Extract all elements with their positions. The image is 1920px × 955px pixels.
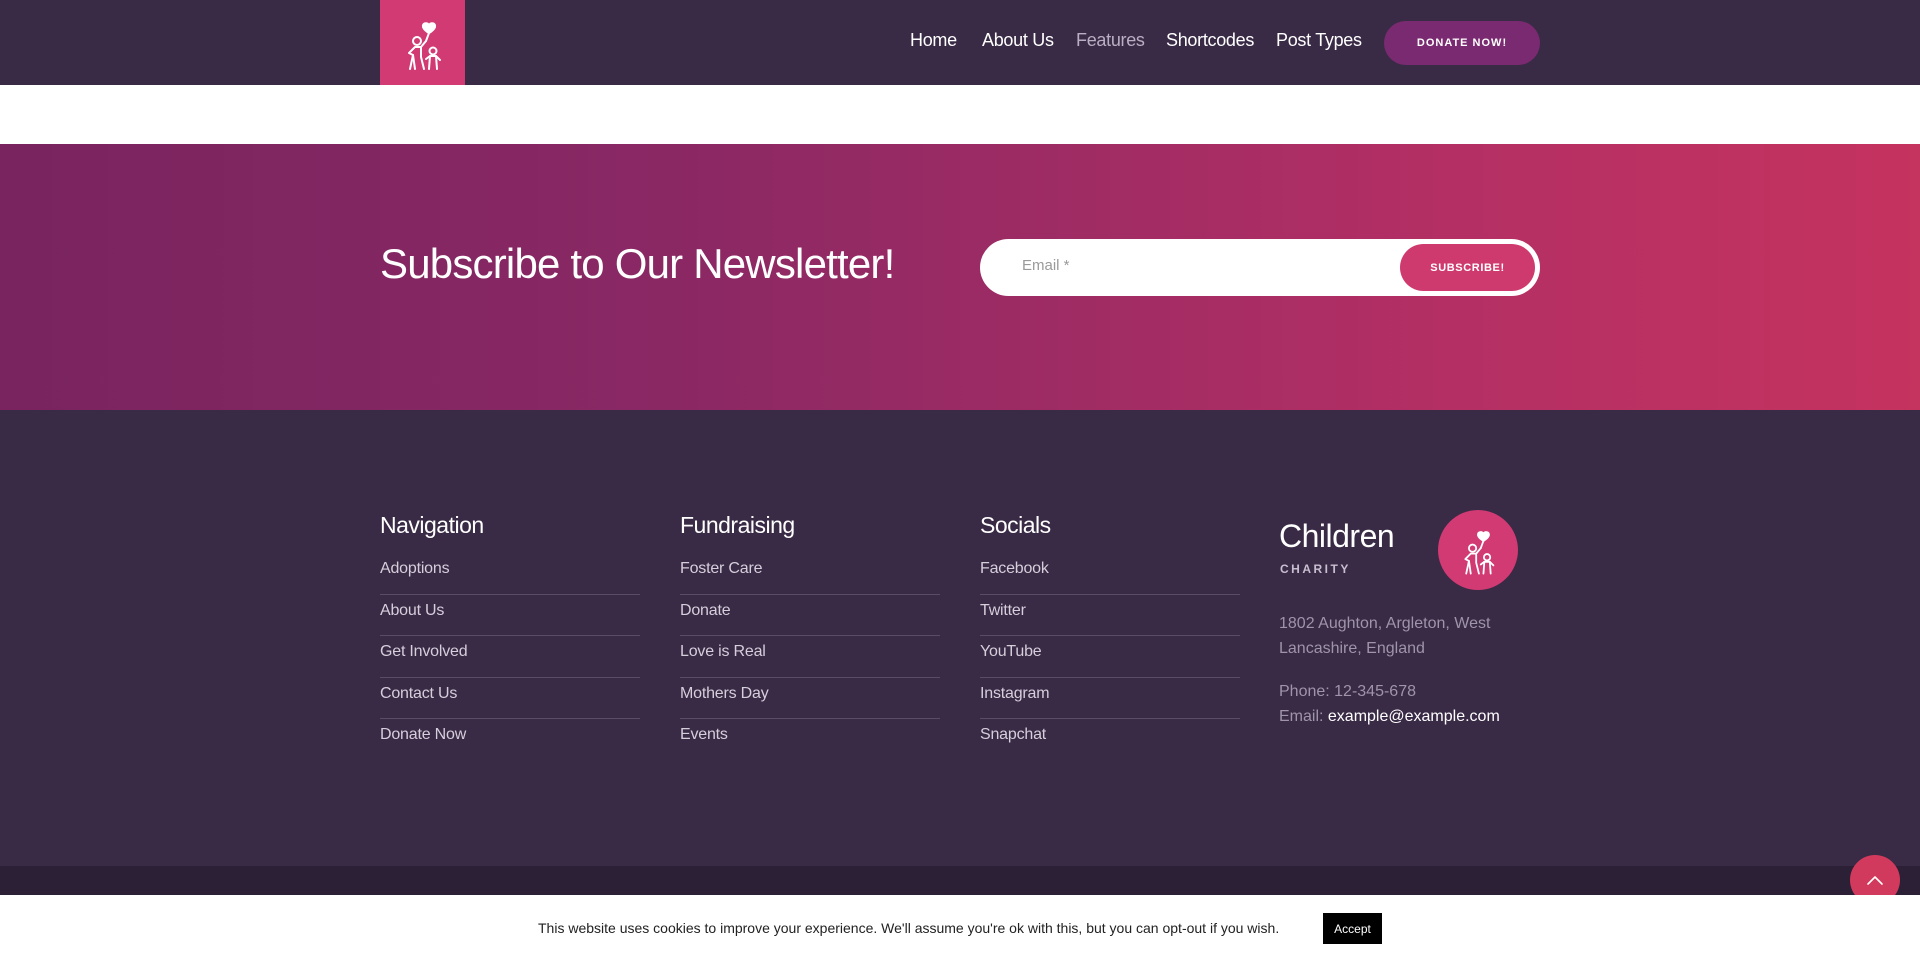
nav-features[interactable]: Features [1076,30,1145,51]
address: 1802 Aughton, Argleton, West Lancashire,… [1279,615,1491,657]
footer-column-fundraising: Fundraising Foster Care Donate Love is R… [680,512,940,761]
nav-post-types[interactable]: Post Types [1276,30,1362,51]
footer-link[interactable]: Mothers Day [680,678,940,719]
footer-link[interactable]: Instagram [980,678,1240,719]
footer-link[interactable]: Foster Care [680,553,940,595]
phone: Phone: 12-345-678 [1279,683,1416,700]
nav-home[interactable]: Home [910,30,957,51]
footer-link[interactable]: Facebook [980,553,1240,595]
footer-link[interactable]: Contact Us [380,678,640,719]
site-footer: Navigation Adoptions About Us Get Involv… [0,410,1920,866]
email-input[interactable]: Email * [1022,257,1070,274]
cookie-banner: This website uses cookies to improve you… [0,895,1920,955]
email-label: Email: [1279,708,1328,725]
footer-link[interactable]: Adoptions [380,553,640,595]
footer-column-navigation: Navigation Adoptions About Us Get Involv… [380,512,640,761]
footer-heading: Socials [980,512,1051,538]
footer-link[interactable]: Twitter [980,595,1240,636]
email-line: Email: example@example.com [1279,704,1500,729]
site-logo[interactable] [380,0,465,85]
footer-link[interactable]: About Us [380,595,640,636]
footer-link[interactable]: Events [680,719,940,761]
footer-heading: Navigation [380,512,484,538]
donate-now-button[interactable]: DONATE NOW! [1384,21,1540,65]
site-header: Home About Us Features Shortcodes Post T… [0,0,1920,85]
footer-column-socials: Socials Facebook Twitter YouTube Instagr… [980,512,1240,761]
newsletter-section: Subscribe to Our Newsletter! Email * SUB… [0,144,1920,410]
cookie-accept-button[interactable]: Accept [1323,913,1382,944]
newsletter-form: Email * SUBSCRIBE! [980,239,1540,296]
brand-subtitle: CHARITY [1280,562,1351,576]
footer-link[interactable]: Donate [680,595,940,636]
footer-link[interactable]: Get Involved [380,636,640,678]
email-link[interactable]: example@example.com [1328,708,1500,725]
nav-about-us[interactable]: About Us [982,30,1054,51]
footer-link[interactable]: Donate Now [380,719,640,761]
brand-name: Children [1279,518,1395,554]
family-heart-icon [407,21,441,70]
cookie-message: This website uses cookies to improve you… [538,920,1280,936]
newsletter-title: Subscribe to Our Newsletter! [380,240,895,287]
nav-shortcodes[interactable]: Shortcodes [1166,30,1254,51]
subscribe-button[interactable]: SUBSCRIBE! [1400,244,1535,291]
footer-link[interactable]: Love is Real [680,636,940,678]
chevron-up-icon [1867,876,1883,885]
brand-logo [1438,510,1518,590]
footer-link[interactable]: Snapchat [980,719,1240,761]
footer-link[interactable]: YouTube [980,636,1240,678]
footer-bottom-bar [0,866,1920,896]
footer-heading: Fundraising [680,512,795,538]
family-heart-icon [1464,531,1495,575]
